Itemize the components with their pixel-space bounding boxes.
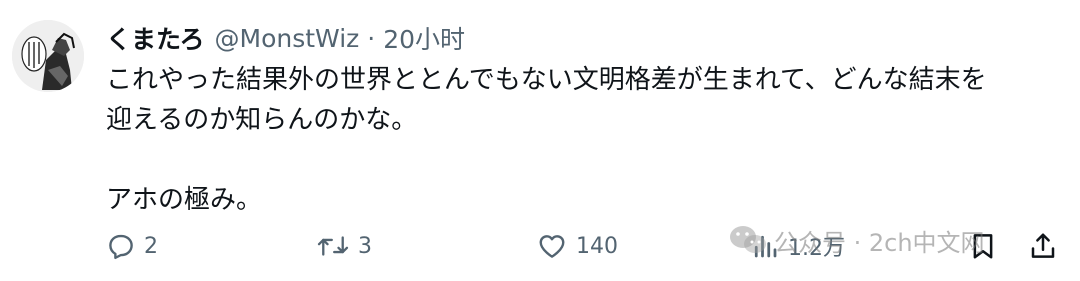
tweet-text-line: これやった結果外の世界ととんでもない文明格差が生まれて、どんな結末を [106, 65, 987, 95]
share-button[interactable] [1028, 226, 1058, 266]
reply-icon [109, 234, 133, 260]
timestamp[interactable]: 20小时 [383, 20, 465, 56]
avatar-image [12, 20, 84, 92]
retweet-icon [317, 236, 349, 256]
retweet-count: 3 [358, 233, 372, 259]
avatar[interactable] [12, 20, 84, 92]
action-bar: 2 3 140 1.2万 [100, 226, 1070, 266]
retweet-button[interactable]: 3 [316, 226, 372, 266]
tweet-text-line: 迎えるのか知らんのかな。 [106, 105, 418, 135]
heart-icon [539, 235, 565, 258]
tweet-header: くまたろ @MonstWiz · 20小时 [106, 18, 465, 58]
reply-button[interactable]: 2 [106, 226, 158, 266]
like-button[interactable]: 140 [536, 226, 618, 266]
tweet-text: これやった結果外の世界ととんでもない文明格差が生まれて、どんな結末を 迎えるのか… [106, 60, 1066, 220]
views-icon [754, 235, 777, 258]
share-icon [1031, 233, 1055, 258]
reply-count: 2 [144, 233, 158, 259]
bookmark-button[interactable] [968, 226, 998, 266]
bookmark-icon [973, 234, 993, 259]
display-name[interactable]: くまたろ [106, 20, 205, 56]
views-button[interactable]: 1.2万 [750, 226, 845, 266]
like-count: 140 [576, 233, 618, 259]
tweet-text-line: アホの極み。 [106, 185, 263, 215]
separator-dot: · [367, 23, 376, 53]
views-count: 1.2万 [788, 236, 845, 261]
user-handle[interactable]: @MonstWiz [215, 24, 360, 53]
tweet-card[interactable]: くまたろ @MonstWiz · 20小时 これやった結果外の世界ととんでもない… [0, 0, 1080, 281]
